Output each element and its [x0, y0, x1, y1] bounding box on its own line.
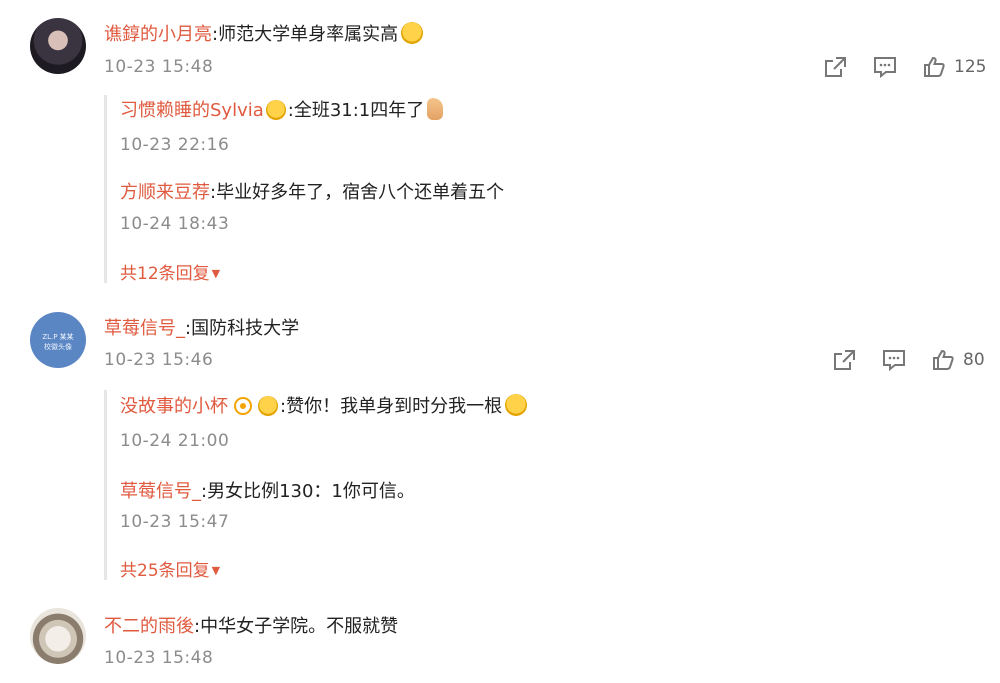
reply-line: 方顺来豆荐:毕业好多年了，宿舍八个还单着五个 — [120, 178, 504, 204]
reply-username[interactable]: 没故事的小杯 — [120, 396, 228, 417]
share-icon[interactable] — [822, 55, 848, 79]
reply-line: 习惯赖睡的Sylvia :全班31:1四年了 — [120, 96, 444, 122]
vip-badge-icon — [234, 397, 252, 415]
more-replies-link[interactable]: 共12条回复 ▼ — [120, 259, 220, 284]
avatar[interactable] — [30, 608, 86, 664]
heart-eyes-emoji-icon — [265, 100, 286, 120]
comment-icon[interactable] — [872, 55, 898, 79]
like-button[interactable]: 80 — [931, 348, 985, 372]
avatar[interactable] — [30, 18, 86, 74]
avatar[interactable]: ZL.P 某某 校徽头像 — [30, 312, 86, 368]
reply-timestamp: 10-23 22:16 — [120, 135, 230, 155]
chevron-down-icon: ▼ — [211, 564, 221, 577]
reply-username[interactable]: 草莓信号_ — [120, 481, 201, 502]
reply-thread-bar — [104, 390, 107, 580]
reply-username[interactable]: 方顺来豆荐 — [120, 182, 210, 203]
comment-username[interactable]: 谯錞的小月亮 — [104, 24, 212, 45]
more-replies-label: 共12条回复 — [120, 264, 210, 284]
like-count: 125 — [954, 57, 987, 77]
comment-username[interactable]: 草莓信号_ — [104, 318, 185, 339]
chevron-down-icon: ▼ — [211, 267, 221, 280]
comment-timestamp: 10-23 15:46 — [104, 350, 214, 370]
thumbs-up-icon — [931, 348, 955, 372]
reply-body: :毕业好多年了，宿舍八个还单着五个 — [210, 182, 505, 203]
comment-body: :中华女子学院。不服就赞 — [194, 616, 399, 637]
reply-body: :男女比例130：1你可信。 — [201, 481, 415, 502]
reply-timestamp: 10-24 18:43 — [120, 214, 230, 234]
share-icon[interactable] — [831, 348, 857, 372]
avatar-badge-text: ZL.P 某某 校徽头像 — [42, 333, 74, 351]
comment-timestamp: 10-23 15:48 — [104, 648, 214, 668]
like-button[interactable]: 125 — [922, 55, 986, 79]
heart-eyes-emoji-icon — [258, 396, 278, 416]
comment-text-line: 不二的雨後:中华女子学院。不服就赞 — [104, 612, 398, 638]
thumbs-up-emoji-icon — [427, 98, 444, 120]
comment-body: :国防科技大学 — [185, 318, 300, 339]
reply-timestamp: 10-24 21:00 — [120, 431, 230, 451]
more-replies-label: 共25条回复 — [120, 561, 210, 581]
laughing-emoji-icon — [505, 394, 528, 416]
comment-username[interactable]: 不二的雨後 — [104, 616, 194, 637]
reply-line: 没故事的小杯 :赞你！我单身到时分我一根 — [120, 392, 528, 418]
more-replies-link[interactable]: 共25条回复 ▼ — [120, 556, 220, 581]
smile-emoji-icon — [401, 22, 424, 44]
comment-text-line: 谯錞的小月亮:师范大学单身率属实高 — [104, 20, 424, 46]
comment-actions: 125 — [822, 52, 986, 82]
reply-timestamp: 10-23 15:47 — [120, 512, 230, 532]
comment-text-line: 草莓信号_:国防科技大学 — [104, 314, 299, 340]
like-count: 80 — [963, 350, 985, 370]
comment-timestamp: 10-23 15:48 — [104, 57, 214, 77]
comment-body: :师范大学单身率属实高 — [212, 24, 399, 45]
reply-thread-bar — [104, 95, 107, 283]
thumbs-up-icon — [922, 55, 946, 79]
reply-body: :全班31:1四年了 — [287, 100, 425, 121]
reply-body: :赞你！我单身到时分我一根 — [280, 396, 503, 417]
comment-icon[interactable] — [881, 348, 907, 372]
reply-username[interactable]: 习惯赖睡的Sylvia — [120, 100, 264, 121]
reply-line: 草莓信号_:男女比例130：1你可信。 — [120, 477, 415, 503]
comment-actions: 80 — [831, 345, 985, 375]
